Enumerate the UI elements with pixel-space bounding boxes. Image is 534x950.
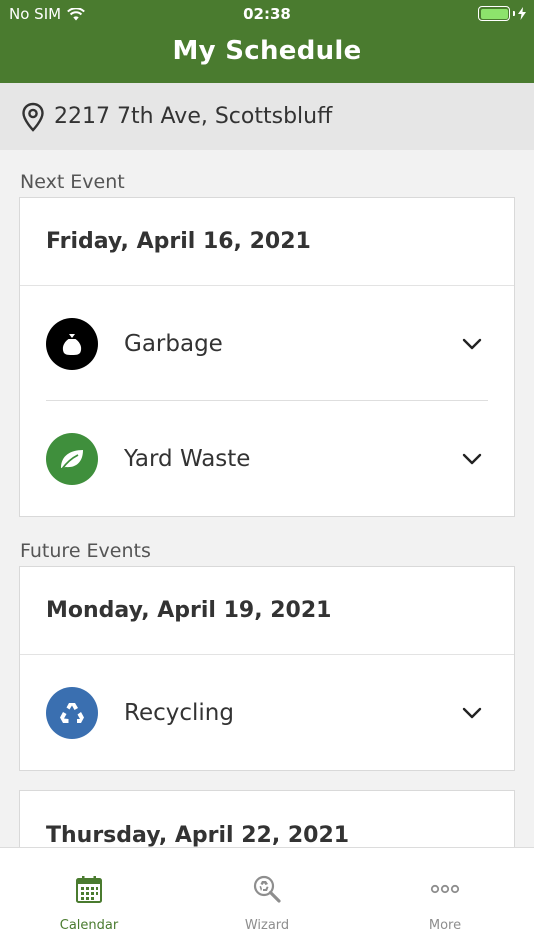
future-event-card: Monday, April 19, 2021 Recycling — [19, 566, 515, 771]
event-label: Yard Waste — [124, 445, 251, 472]
event-row-recycling[interactable]: Recycling — [20, 655, 514, 770]
event-row-yard-waste[interactable]: Yard Waste — [20, 401, 514, 516]
event-date: Monday, April 19, 2021 — [20, 567, 514, 655]
chevron-down-icon[interactable] — [462, 338, 482, 350]
tab-more[interactable]: More — [356, 848, 534, 950]
garbage-bag-icon — [46, 317, 98, 370]
app-header: No SIM 02:38 My Schedule — [0, 0, 534, 83]
page-title: My Schedule — [172, 36, 362, 66]
address-text: 2217 7th Ave, Scottsbluff — [54, 104, 333, 129]
next-event-card: Friday, April 16, 2021 Garbage Yard Wast… — [19, 197, 515, 517]
battery-indicator — [478, 6, 526, 21]
leaf-icon — [46, 432, 98, 485]
event-date: Friday, April 16, 2021 — [20, 198, 514, 286]
more-dots-icon — [430, 884, 460, 894]
charging-bolt-icon — [518, 7, 526, 20]
tab-label: Wizard — [244, 918, 290, 933]
next-event-label: Next Event — [20, 171, 125, 193]
tab-label: Calendar — [59, 918, 119, 933]
recycle-icon — [46, 686, 98, 739]
tab-wizard[interactable]: Wizard — [178, 848, 356, 950]
tab-bar: Calendar Wizard More — [0, 847, 534, 950]
event-label: Recycling — [124, 699, 234, 726]
chevron-down-icon[interactable] — [462, 453, 482, 465]
status-bar: No SIM 02:38 — [0, 0, 534, 28]
chevron-down-icon[interactable] — [462, 707, 482, 719]
tab-calendar[interactable]: Calendar — [0, 848, 178, 950]
location-pin-icon — [22, 102, 44, 132]
address-selector[interactable]: 2217 7th Ave, Scottsbluff — [0, 83, 534, 150]
tab-label: More — [428, 918, 462, 933]
search-recycle-icon — [253, 875, 281, 903]
battery-icon — [478, 6, 510, 21]
status-time: 02:38 — [243, 5, 291, 23]
calendar-icon — [76, 876, 102, 903]
event-row-garbage[interactable]: Garbage — [20, 286, 514, 401]
event-label: Garbage — [124, 330, 223, 357]
future-events-label: Future Events — [20, 540, 151, 562]
